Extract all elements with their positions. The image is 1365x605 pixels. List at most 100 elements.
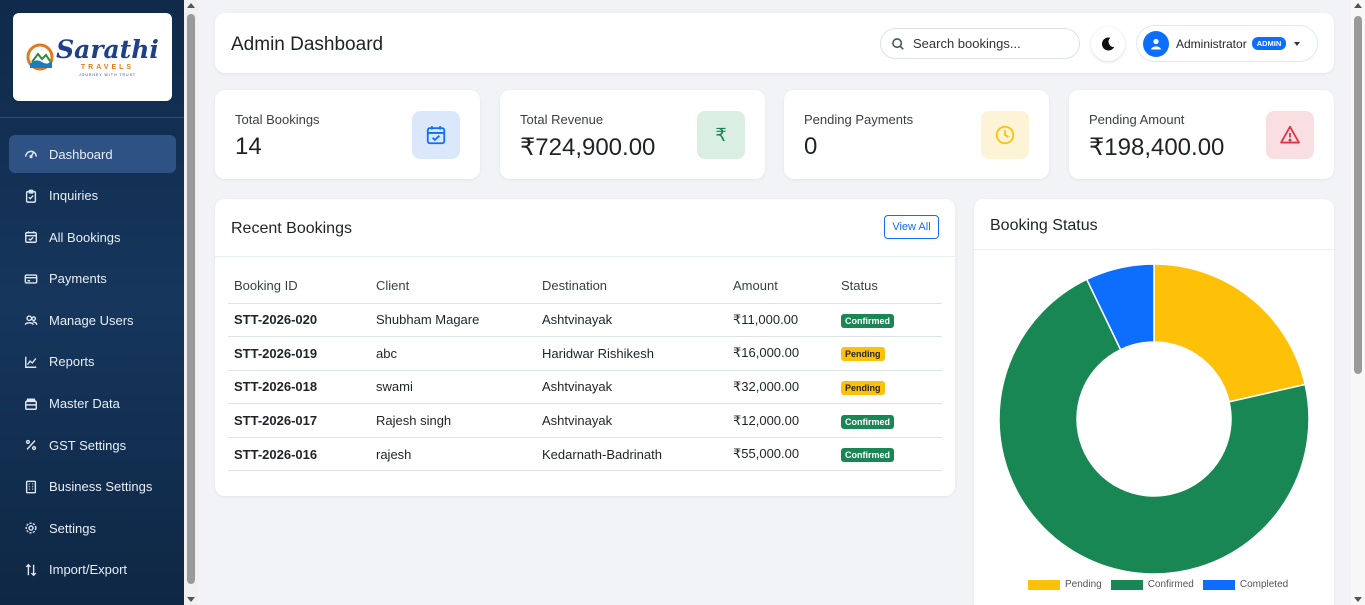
donut-slice-pending[interactable]	[1153, 263, 1307, 403]
table-row[interactable]: STT-2026-020 Shubham Magare Ashtvinayak …	[228, 303, 942, 338]
status-cell: Confirmed	[835, 303, 942, 338]
scroll-down-arrow-icon[interactable]	[187, 597, 195, 602]
sidebar-item-manage-users[interactable]: Manage Users	[9, 301, 176, 339]
chevron-down-icon	[1294, 41, 1301, 46]
booking-id: STT-2026-020	[228, 303, 370, 338]
user-name: Administrator	[1176, 36, 1247, 51]
sidebar-item-settings[interactable]: Settings	[9, 509, 176, 547]
user-icon	[1151, 38, 1161, 49]
sidebar-item-dashboard[interactable]: Dashboard	[9, 135, 176, 173]
search-box[interactable]	[880, 28, 1080, 59]
stat-card-total-bookings: Total Bookings 14	[215, 90, 480, 179]
stat-icon-box	[981, 111, 1029, 159]
sidebar-item-import-export[interactable]: Import/Export	[9, 551, 176, 589]
theme-toggle-button[interactable]	[1091, 27, 1125, 61]
sidebar-nav: Dashboard Inquiries All Bookings Payment…	[9, 135, 176, 593]
column-header[interactable]: Status	[835, 269, 942, 304]
amount: ₹12,000.00	[727, 403, 835, 438]
booking-id: STT-2026-017	[228, 403, 370, 438]
amount: ₹55,000.00	[727, 437, 835, 472]
legend-label: Pending	[1065, 579, 1102, 590]
user-menu-button[interactable]: Administrator ADMIN	[1136, 25, 1318, 62]
sidebar-item-gst-settings[interactable]: GST Settings	[9, 426, 176, 464]
card-divider	[215, 256, 955, 257]
column-header[interactable]: Destination	[536, 269, 727, 304]
stat-label: Total Revenue	[520, 112, 604, 127]
legend-label: Confirmed	[1147, 579, 1194, 590]
credit-card-icon	[23, 271, 39, 287]
stat-value: 0	[804, 133, 818, 160]
legend-item-pending[interactable]: Pending	[1028, 579, 1102, 590]
calendar-icon	[426, 126, 446, 145]
sidebar-item-label: Reports	[49, 354, 95, 370]
brand-logo[interactable]: Sarathi TRAVELS JOURNEY WITH TRUST	[13, 13, 172, 101]
status-cell: Confirmed	[835, 403, 942, 438]
table-row[interactable]: STT-2026-018 swami Ashtvinayak ₹32,000.0…	[228, 370, 942, 405]
calendar-check-icon	[23, 229, 39, 245]
column-header[interactable]: Booking ID	[228, 269, 370, 304]
legend-label: Completed	[1239, 579, 1289, 590]
chart-legend: Pending Confirmed Completed	[1028, 579, 1297, 590]
booking-id: STT-2026-019	[228, 336, 370, 371]
sidebar-item-all-bookings[interactable]: All Bookings	[9, 218, 176, 256]
role-badge: ADMIN	[1251, 37, 1287, 50]
recent-bookings-title: Recent Bookings	[231, 220, 352, 237]
percent-icon	[23, 437, 39, 453]
scroll-down-arrow-icon[interactable]	[1354, 597, 1362, 602]
scroll-up-arrow-icon[interactable]	[187, 3, 195, 8]
sidebar-item-payments[interactable]: Payments	[9, 260, 176, 298]
status-cell: Pending	[835, 370, 942, 405]
top-header: Admin Dashboard Administrator ADMIN	[215, 13, 1334, 73]
stat-icon-box: ₹	[697, 111, 745, 159]
search-input[interactable]	[913, 36, 1073, 51]
status-badge: Pending	[841, 347, 885, 362]
scrollbar-thumb[interactable]	[1354, 16, 1362, 374]
table-row[interactable]: STT-2026-016 rajesh Kedarnath-Badrinath …	[228, 437, 942, 472]
scrollbar-thumb[interactable]	[187, 14, 195, 584]
moon-icon	[1101, 37, 1115, 51]
booking-id: STT-2026-016	[228, 437, 370, 472]
legend-item-confirmed[interactable]: Confirmed	[1110, 579, 1194, 590]
sidebar-divider	[0, 117, 184, 118]
view-all-button[interactable]: View All	[884, 215, 939, 239]
sidebar-item-label: Settings	[49, 520, 96, 536]
sidebar-scrollbar[interactable]	[184, 0, 198, 605]
page-scrollbar[interactable]	[1351, 0, 1365, 605]
stat-icon-box	[1266, 111, 1314, 159]
status-badge: Confirmed	[841, 313, 894, 328]
stat-card-pending-amount: Pending Amount ₹198,400.00	[1069, 90, 1334, 179]
brand-sub: TRAVELS	[80, 63, 135, 71]
stat-value: ₹724,900.00	[520, 134, 656, 161]
legend-swatch	[1028, 579, 1060, 590]
sidebar-item-reports[interactable]: Reports	[9, 343, 176, 381]
stat-icon-box	[412, 111, 460, 159]
table-row[interactable]: STT-2026-017 Rajesh singh Ashtvinayak ₹1…	[228, 403, 942, 438]
legend-item-completed[interactable]: Completed	[1202, 579, 1289, 590]
sidebar: Sarathi TRAVELS JOURNEY WITH TRUST Dashb…	[0, 0, 184, 605]
status-badge: Confirmed	[841, 448, 894, 463]
sidebar-item-label: Import/Export	[49, 562, 128, 578]
amount: ₹32,000.00	[727, 370, 835, 405]
building-icon	[23, 479, 39, 495]
stat-value: ₹198,400.00	[1089, 134, 1225, 161]
sidebar-item-master-data[interactable]: Master Data	[9, 385, 176, 423]
booking-status-card: Booking Status Pending Confirmed Completed	[974, 199, 1334, 605]
table-header-row: Booking ID Client Destination Amount Sta…	[228, 269, 942, 304]
avatar	[1143, 30, 1169, 57]
client-name: abc	[370, 336, 536, 371]
destination: Ashtvinayak	[536, 370, 727, 405]
client-name: rajesh	[370, 437, 536, 472]
table-row[interactable]: STT-2026-019 abc Haridwar Rishikesh ₹16,…	[228, 336, 942, 371]
search-icon	[892, 37, 904, 50]
sidebar-item-business-settings[interactable]: Business Settings	[9, 468, 176, 506]
column-header[interactable]: Amount	[727, 269, 835, 304]
logo-mark-icon	[26, 43, 54, 71]
column-header[interactable]: Client	[370, 269, 536, 304]
sidebar-item-label: Business Settings	[49, 479, 153, 495]
stat-label: Total Bookings	[235, 112, 320, 127]
amount: ₹16,000.00	[727, 336, 835, 371]
sidebar-item-inquiries[interactable]: Inquiries	[9, 177, 176, 215]
booking-id: STT-2026-018	[228, 370, 370, 405]
status-badge: Confirmed	[841, 414, 894, 429]
scroll-up-arrow-icon[interactable]	[1354, 3, 1362, 8]
